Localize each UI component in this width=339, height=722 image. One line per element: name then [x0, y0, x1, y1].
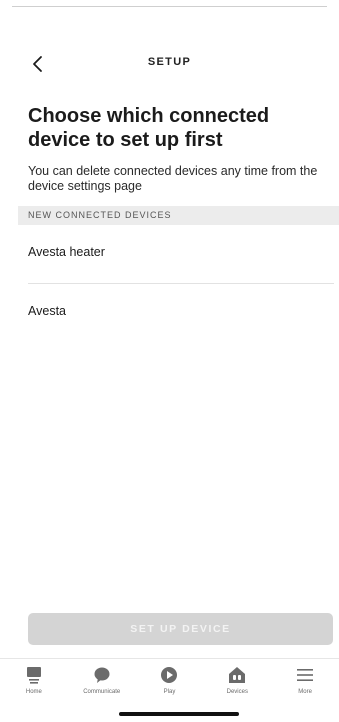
play-icon — [158, 665, 180, 685]
set-up-device-button[interactable]: SET UP DEVICE — [28, 613, 333, 645]
section-header: NEW CONNECTED DEVICES — [18, 206, 339, 225]
tab-play[interactable]: Play — [136, 659, 204, 702]
device-divider — [28, 283, 334, 284]
home-icon — [23, 665, 45, 685]
communicate-icon — [91, 665, 113, 685]
tab-label-devices: Devices — [226, 689, 248, 695]
menu-icon — [294, 665, 316, 685]
tab-more[interactable]: More — [271, 659, 339, 702]
tab-label-home: Home — [25, 689, 42, 695]
device-item-avesta-heater[interactable]: Avesta heater — [28, 245, 334, 259]
device-item-avesta[interactable]: Avesta — [28, 304, 334, 318]
home-indicator — [119, 712, 239, 716]
header: SETUP — [0, 50, 339, 78]
tab-home[interactable]: Home — [0, 659, 68, 702]
tab-label-more: More — [298, 689, 312, 695]
tab-devices[interactable]: Devices — [203, 659, 271, 702]
tab-label-play: Play — [163, 689, 176, 695]
bottom-tab-bar: Home Communicate Play Devices More — [0, 658, 339, 702]
header-title: SETUP — [147, 56, 192, 68]
devices-icon — [226, 665, 248, 685]
page-subtitle: You can delete connected devices any tim… — [28, 164, 318, 193]
page-title: Choose which connected device to set up … — [28, 105, 270, 151]
top-divider — [12, 6, 327, 7]
tab-label-communicate: Communicate — [83, 689, 121, 695]
tab-communicate[interactable]: Communicate — [68, 659, 136, 702]
